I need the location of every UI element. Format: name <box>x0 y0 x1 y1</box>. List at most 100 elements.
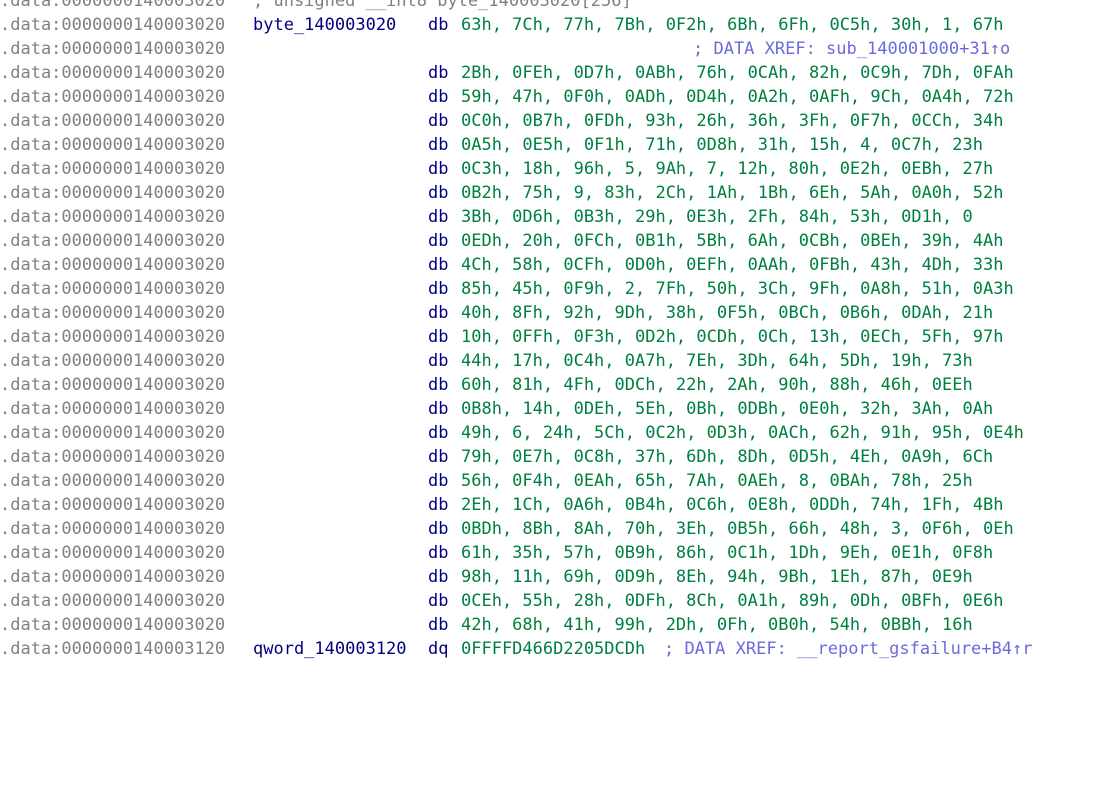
listing-line-qword[interactable]: .data:0000000140003120 qword_140003120 d… <box>0 637 1100 661</box>
line-address: .data:0000000140003120 <box>0 639 226 659</box>
line-address: .data:0000000140003020 <box>0 15 226 35</box>
listing-line-xref[interactable]: .data:0000000140003020 ; DATA XREF: sub_… <box>0 37 1100 61</box>
listing-line[interactable]: .data:0000000140003020 db 0CEh, 55h, 28h, … <box>0 589 1100 613</box>
data-operands: 44h, 17h, 0C4h, 0A7h, 7Eh, 3Dh, 64h, 5Dh… <box>461 351 973 371</box>
line-address: .data:0000000140003020 <box>0 495 226 515</box>
data-operands: 49h, 6, 24h, 5Ch, 0C2h, 0D3h, 0ACh, 62h,… <box>461 423 1024 443</box>
line-address: .data:0000000140003020 <box>0 567 226 587</box>
data-operands: 0B8h, 14h, 0DEh, 5Eh, 0Bh, 0DBh, 0E0h, 3… <box>461 399 994 419</box>
data-operands: 85h, 45h, 0F9h, 2, 7Fh, 50h, 3Ch, 9Fh, 0… <box>461 279 1014 299</box>
listing-line[interactable]: .data:0000000140003020 db 0C3h, 18h, 96h, … <box>0 157 1100 181</box>
xref-comment[interactable]: ; DATA XREF: __report_gsfailure+B4↑r <box>664 637 1032 661</box>
directive-mnemonic: db <box>428 87 449 107</box>
line-address: .data:0000000140003020 <box>0 135 226 155</box>
data-operands: 0A5h, 0E5h, 0F1h, 71h, 0D8h, 31h, 15h, 4… <box>461 135 983 155</box>
data-operands: 0B2h, 75h, 9, 83h, 2Ch, 1Ah, 1Bh, 6Eh, 5… <box>461 183 1004 203</box>
directive-mnemonic: db <box>428 615 449 635</box>
listing-line[interactable]: .data:0000000140003020 db 61h, 35h, 57h, 0… <box>0 541 1100 565</box>
data-operands: 0C0h, 0B7h, 0FDh, 93h, 26h, 36h, 3Fh, 0F… <box>461 111 1004 131</box>
line-address: .data:0000000140003020 <box>0 87 226 107</box>
data-operands: 61h, 35h, 57h, 0B9h, 86h, 0C1h, 1Dh, 9Eh… <box>461 543 994 563</box>
data-operands: 0CEh, 55h, 28h, 0DFh, 8Ch, 0A1h, 89h, 0D… <box>461 591 1004 611</box>
listing-line-label[interactable]: .data:0000000140003020 byte_140003020 db… <box>0 13 1100 37</box>
listing-line[interactable]: .data:0000000140003020 db 0B8h, 14h, 0DEh,… <box>0 397 1100 421</box>
array-type-comment: ; unsigned __int8 byte_140003020[256] <box>253 0 632 11</box>
line-address: .data:0000000140003020 <box>0 279 226 299</box>
directive-mnemonic: db <box>428 471 449 491</box>
listing-line[interactable]: .data:0000000140003020 db 98h, 11h, 69h, 0… <box>0 565 1100 589</box>
listing-line[interactable]: .data:0000000140003020 db 44h, 17h, 0C4h, … <box>0 349 1100 373</box>
listing-line[interactable]: .data:0000000140003020 db 2Eh, 1Ch, 0A6h, … <box>0 493 1100 517</box>
data-rows: .data:0000000140003020 db 2Bh, 0FEh, 0D7h,… <box>0 61 1100 637</box>
data-operands: 4Ch, 58h, 0CFh, 0D0h, 0EFh, 0AAh, 0FBh, … <box>461 255 1004 275</box>
directive-mnemonic: db <box>428 111 449 131</box>
data-label[interactable]: byte_140003020 <box>253 13 396 37</box>
data-operands: 98h, 11h, 69h, 0D9h, 8Eh, 94h, 9Bh, 1Eh,… <box>461 567 973 587</box>
listing-line[interactable]: .data:0000000140003020 db 79h, 0E7h, 0C8h,… <box>0 445 1100 469</box>
data-operands: 2Eh, 1Ch, 0A6h, 0B4h, 0C6h, 0E8h, 0DDh, … <box>461 495 1004 515</box>
line-address: .data:0000000140003020 <box>0 351 226 371</box>
line-address: .data:0000000140003020 <box>0 591 226 611</box>
listing-line[interactable]: .data:0000000140003020 db 0B2h, 75h, 9, 83… <box>0 181 1100 205</box>
directive-mnemonic: db <box>428 255 449 275</box>
directive-mnemonic: db <box>428 135 449 155</box>
data-operands: 42h, 68h, 41h, 99h, 2Dh, 0Fh, 0B0h, 54h,… <box>461 615 973 635</box>
data-operands: 0EDh, 20h, 0FCh, 0B1h, 5Bh, 6Ah, 0CBh, 0… <box>461 231 1004 251</box>
line-address: .data:0000000140003020 <box>0 327 226 347</box>
listing-line[interactable]: .data:0000000140003020 db 56h, 0F4h, 0EAh,… <box>0 469 1100 493</box>
data-operands: 79h, 0E7h, 0C8h, 37h, 6Dh, 8Dh, 0D5h, 4E… <box>461 447 994 467</box>
directive-mnemonic: db <box>428 423 449 443</box>
line-address: .data:0000000140003020 <box>0 447 226 467</box>
line-address: .data:0000000140003020 <box>0 159 226 179</box>
data-operands: 2Bh, 0FEh, 0D7h, 0ABh, 76h, 0CAh, 82h, 0… <box>461 63 1014 83</box>
data-label[interactable]: qword_140003120 <box>253 637 407 661</box>
directive-mnemonic: db <box>428 207 449 227</box>
listing-line[interactable]: .data:0000000140003020 db 0EDh, 20h, 0FCh,… <box>0 229 1100 253</box>
line-address: .data:0000000140003020 <box>0 471 226 491</box>
directive-mnemonic: db <box>428 543 449 563</box>
listing-line[interactable]: .data:0000000140003020 db 2Bh, 0FEh, 0D7h,… <box>0 61 1100 85</box>
listing-line[interactable]: .data:0000000140003020 db 10h, 0FFh, 0F3h,… <box>0 325 1100 349</box>
line-address: .data:0000000140003020 <box>0 111 226 131</box>
listing-line[interactable]: .data:0000000140003020 db 59h, 47h, 0F0h, … <box>0 85 1100 109</box>
line-address: .data:0000000140003020 <box>0 39 226 59</box>
directive-mnemonic: dq <box>428 639 449 659</box>
listing-line[interactable]: .data:0000000140003020 db 40h, 8Fh, 92h, 9… <box>0 301 1100 325</box>
listing-line[interactable]: .data:0000000140003020 db 4Ch, 58h, 0CFh, … <box>0 253 1100 277</box>
listing-line[interactable]: .data:0000000140003020 db 0C0h, 0B7h, 0FDh… <box>0 109 1100 133</box>
listing-line[interactable]: .data:0000000140003020 db 49h, 6, 24h, 5Ch… <box>0 421 1100 445</box>
data-operands: 59h, 47h, 0F0h, 0ADh, 0D4h, 0A2h, 0AFh, … <box>461 87 1014 107</box>
line-address: .data:0000000140003020 <box>0 207 226 227</box>
line-address: .data:0000000140003020 <box>0 543 226 563</box>
data-operands: 3Bh, 0D6h, 0B3h, 29h, 0E3h, 2Fh, 84h, 53… <box>461 207 973 227</box>
data-operands: 63h, 7Ch, 77h, 7Bh, 0F2h, 6Bh, 6Fh, 0C5h… <box>461 15 1004 35</box>
disassembly-listing[interactable]: .data:0000000140003020 ; unsigned __int8… <box>0 0 1100 661</box>
directive-mnemonic: db <box>428 327 449 347</box>
directive-mnemonic: db <box>428 399 449 419</box>
listing-line[interactable]: .data:0000000140003020 db 3Bh, 0D6h, 0B3h,… <box>0 205 1100 229</box>
data-operands: 60h, 81h, 4Fh, 0DCh, 22h, 2Ah, 90h, 88h,… <box>461 375 973 395</box>
listing-line[interactable]: .data:0000000140003020 db 42h, 68h, 41h, 9… <box>0 613 1100 637</box>
listing-line[interactable]: .data:0000000140003020 db 0A5h, 0E5h, 0F1h… <box>0 133 1100 157</box>
line-address: .data:0000000140003020 <box>0 63 226 83</box>
data-operands: 0FFFFD466D2205DCDh <box>461 639 646 659</box>
data-operands: 0C3h, 18h, 96h, 5, 9Ah, 7, 12h, 80h, 0E2… <box>461 159 994 179</box>
directive-mnemonic: db <box>428 519 449 539</box>
listing-line[interactable]: .data:0000000140003020 db 0BDh, 8Bh, 8Ah, … <box>0 517 1100 541</box>
directive-mnemonic: db <box>428 279 449 299</box>
line-address: .data:0000000140003020 <box>0 183 226 203</box>
line-address: .data:0000000140003020 <box>0 255 226 275</box>
line-address: .data:0000000140003020 <box>0 399 226 419</box>
line-address: .data:0000000140003020 <box>0 303 226 323</box>
line-address: .data:0000000140003020 <box>0 231 226 251</box>
listing-line-header[interactable]: .data:0000000140003020 ; unsigned __int8… <box>0 0 1100 13</box>
line-address: .data:0000000140003020 <box>0 0 226 11</box>
line-address: .data:0000000140003020 <box>0 375 226 395</box>
xref-comment[interactable]: ; DATA XREF: sub_140001000+31↑o <box>693 37 1010 61</box>
listing-line[interactable]: .data:0000000140003020 db 85h, 45h, 0F9h, … <box>0 277 1100 301</box>
directive-mnemonic: db <box>428 351 449 371</box>
directive-mnemonic: db <box>428 231 449 251</box>
listing-line[interactable]: .data:0000000140003020 db 60h, 81h, 4Fh, 0… <box>0 373 1100 397</box>
directive-mnemonic: db <box>428 375 449 395</box>
directive-mnemonic: db <box>428 567 449 587</box>
